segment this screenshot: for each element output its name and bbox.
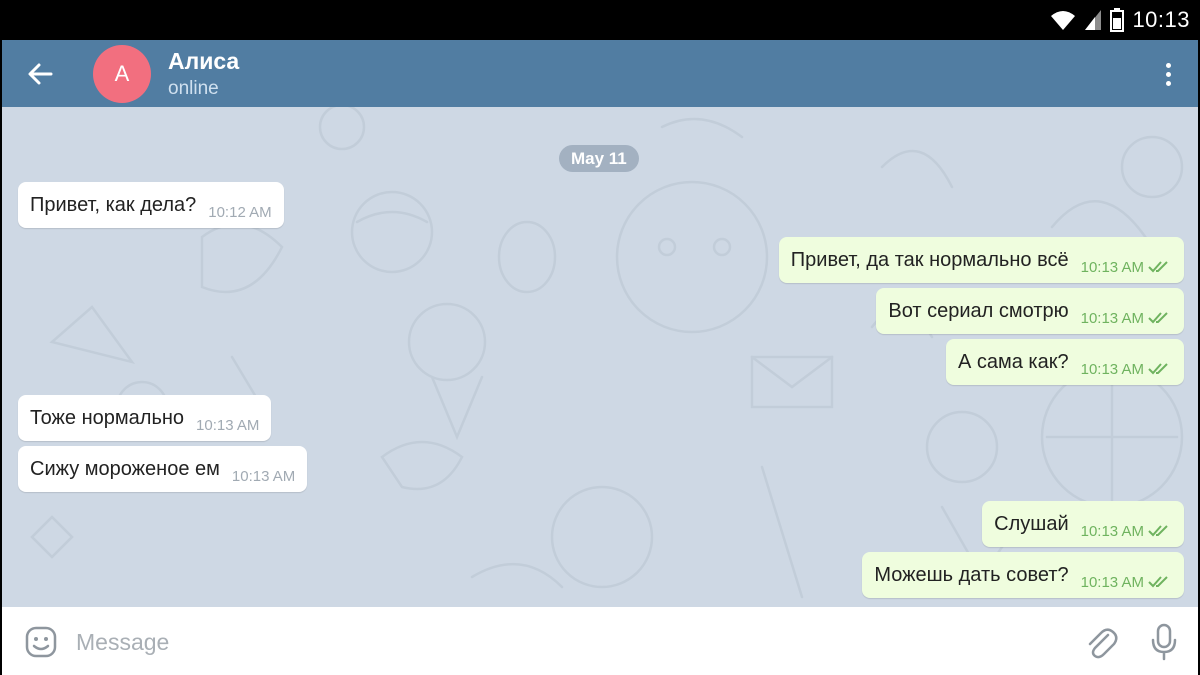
- message-time: 10:12 AM: [208, 203, 272, 221]
- contact-name[interactable]: Алиса: [168, 48, 239, 75]
- paperclip-icon[interactable]: [1084, 625, 1118, 661]
- message-bubble[interactable]: Сижу мороженое ем 10:13 AM: [18, 446, 308, 492]
- avatar[interactable]: A: [93, 45, 151, 103]
- message-text: Слушай: [994, 512, 1069, 535]
- message-text: Сижу мороженое ем: [30, 457, 220, 480]
- microphone-icon[interactable]: [1150, 623, 1178, 661]
- more-vertical-icon[interactable]: [1156, 58, 1180, 90]
- message-text: Можешь дать совет?: [874, 563, 1069, 586]
- double-check-icon: [1148, 576, 1168, 588]
- emoji-icon[interactable]: [24, 625, 58, 659]
- message-input[interactable]: [76, 625, 976, 659]
- chat-header: A Алиса online: [2, 40, 1198, 107]
- message-time: 10:13 AM: [1080, 573, 1144, 591]
- wifi-icon: [1051, 11, 1076, 30]
- message-text: Привет, да так нормально всё: [790, 248, 1069, 271]
- message-text: Привет, как дела?: [30, 193, 197, 216]
- message-time: 10:13 AM: [231, 467, 296, 485]
- double-check-icon: [1148, 363, 1168, 375]
- status-time: 10:13: [1132, 7, 1190, 32]
- back-button[interactable]: [24, 58, 56, 90]
- message-text: А сама как?: [957, 350, 1069, 373]
- message-input-bar: [2, 607, 1198, 675]
- message-time: 10:13 AM: [1080, 522, 1144, 540]
- double-check-icon: [1148, 312, 1168, 324]
- double-check-icon: [1148, 261, 1168, 273]
- chat-area[interactable]: May 11 Привет, как дела? 10:12 AM Привет…: [2, 107, 1198, 607]
- message-bubble[interactable]: Привет, да так нормально всё 10:13 AM: [778, 237, 1184, 283]
- message-time: 10:13 AM: [1080, 360, 1144, 378]
- message-bubble[interactable]: Привет, как дела? 10:12 AM: [18, 182, 284, 228]
- status-bar: 10:13: [2, 0, 1198, 40]
- signal-icon: [1085, 10, 1102, 30]
- telegram-screen: 10:13 A Алиса online May 11 Привет, как …: [2, 0, 1198, 675]
- message-bubble[interactable]: Можешь дать совет? 10:13 AM: [862, 552, 1184, 598]
- message-time: 10:13 AM: [1080, 309, 1144, 327]
- message-text: Тоже нормально: [30, 406, 185, 429]
- contact-status: online: [168, 78, 219, 99]
- message-bubble[interactable]: Вот сериал смотрю 10:13 AM: [876, 288, 1184, 334]
- battery-icon: [1110, 8, 1125, 32]
- message-time: 10:13 AM: [196, 416, 260, 434]
- message-bubble[interactable]: Слушай 10:13 AM: [982, 501, 1184, 547]
- status-icons: 10:13: [1050, 6, 1190, 34]
- message-bubble[interactable]: Тоже нормально 10:13 AM: [18, 395, 272, 441]
- message-text: Вот сериал смотрю: [888, 299, 1069, 322]
- double-check-icon: [1148, 525, 1168, 537]
- message-bubble[interactable]: А сама как? 10:13 AM: [945, 339, 1184, 385]
- message-time: 10:13 AM: [1080, 258, 1144, 276]
- date-separator: May 11: [559, 145, 639, 172]
- arrow-left-icon: [28, 63, 53, 85]
